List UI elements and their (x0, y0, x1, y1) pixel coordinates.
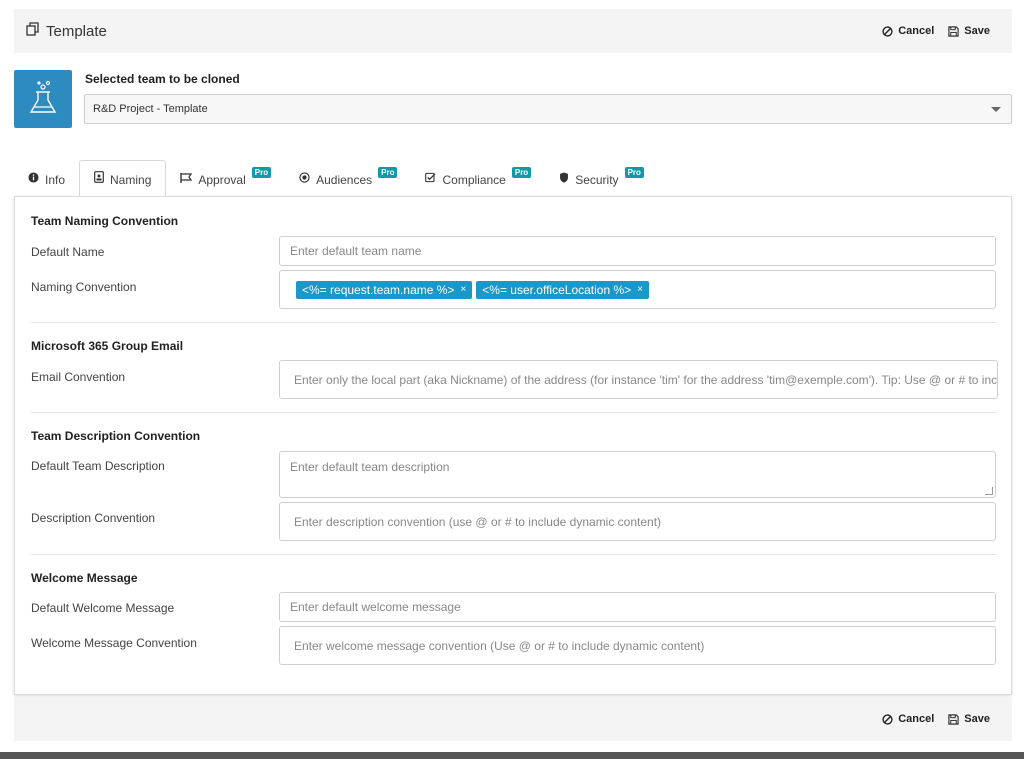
info-icon (28, 171, 39, 186)
pro-badge: Pro (624, 167, 644, 178)
pro-badge: Pro (378, 167, 398, 178)
convention-tag: <%= user.officeLocation %> × (476, 280, 649, 299)
footer-bar: Cancel Save (14, 697, 1012, 741)
ban-icon (882, 713, 893, 725)
page-title-text: Template (46, 22, 107, 40)
tab-approval[interactable]: Approval Pro (166, 161, 285, 196)
save-button[interactable]: Save (948, 25, 990, 37)
flag-icon (180, 172, 193, 186)
tab-naming[interactable]: Naming (79, 160, 167, 196)
ban-icon (882, 25, 893, 37)
copy-icon (26, 22, 40, 40)
clone-team-select[interactable]: R&D Project - Template (84, 94, 1012, 124)
tab-bar: Info Naming Approval Pro Audiences Pro C… (14, 160, 1012, 196)
flask-icon (23, 78, 63, 121)
section-title-welcome: Welcome Message (31, 571, 138, 585)
section-divider (31, 412, 996, 413)
section-title-team-naming: Team Naming Convention (31, 214, 179, 228)
tab-label: Info (45, 172, 66, 187)
welcome-convention-input[interactable]: Enter welcome message convention (Use @ … (279, 626, 996, 665)
page-title: Template (26, 22, 107, 40)
remove-tag-icon[interactable]: × (637, 284, 643, 295)
naming-panel: Team Naming Convention Default Name Ente… (14, 196, 1012, 695)
default-name-label: Default Name (31, 245, 105, 259)
cancel-label: Cancel (898, 713, 935, 725)
description-convention-input[interactable]: Enter description convention (use @ or #… (279, 502, 996, 541)
save-label: Save (964, 713, 990, 725)
check-square-icon (425, 172, 437, 186)
cancel-button[interactable]: Cancel (882, 25, 934, 37)
chevron-down-icon (991, 106, 1001, 112)
default-welcome-label: Default Welcome Message (31, 601, 175, 615)
welcome-convention-label: Welcome Message Convention (31, 636, 197, 650)
tab-label: Compliance (442, 172, 506, 187)
default-description-textarea[interactable]: Enter default team description (279, 451, 996, 498)
section-divider (31, 322, 996, 323)
cancel-label: Cancel (898, 25, 935, 37)
convention-tag: <%= request.team.name %> × (296, 280, 473, 299)
save-label: Save (964, 25, 990, 37)
pro-badge: Pro (511, 167, 532, 178)
cancel-button[interactable]: Cancel (882, 713, 934, 725)
clone-team-value: R&D Project - Template (93, 103, 208, 115)
default-description-placeholder: Enter default team description (290, 460, 450, 474)
description-convention-placeholder: Enter description convention (use @ or #… (294, 514, 662, 529)
convention-tag-text: <%= request.team.name %> (302, 282, 455, 297)
section-title-description: Team Description Convention (31, 429, 201, 443)
default-welcome-placeholder: Enter default welcome message (290, 600, 461, 614)
team-logo (14, 70, 72, 128)
tab-label: Audiences (316, 172, 373, 187)
save-icon (948, 713, 959, 725)
shield-icon (559, 171, 569, 186)
default-description-label: Default Team Description (31, 459, 165, 473)
header-bar: Template Cancel Save (14, 9, 1012, 53)
tab-security[interactable]: Security Pro (545, 161, 658, 196)
convention-tag-text: <%= user.officeLocation %> (482, 282, 632, 297)
naming-convention-field[interactable]: <%= request.team.name %> × <%= user.offi… (279, 270, 996, 309)
tab-label: Naming (110, 172, 152, 187)
tab-label: Approval (198, 172, 246, 187)
tab-audiences[interactable]: Audiences Pro (285, 161, 411, 196)
pro-badge: Pro (251, 167, 272, 178)
section-divider (31, 554, 996, 555)
window-bottom-edge (0, 752, 1024, 759)
default-name-placeholder: Enter default team name (290, 244, 422, 258)
tab-compliance[interactable]: Compliance Pro (411, 161, 545, 196)
dot-circle-icon (299, 171, 310, 186)
email-convention-label: Email Convention (31, 370, 126, 384)
tab-info[interactable]: Info (14, 161, 79, 196)
resize-handle-icon[interactable] (985, 487, 993, 495)
default-welcome-input[interactable]: Enter default welcome message (279, 592, 996, 622)
description-convention-label: Description Convention (31, 511, 156, 525)
email-convention-placeholder: Enter only the local part (aka Nickname)… (294, 372, 998, 387)
welcome-convention-placeholder: Enter welcome message convention (Use @ … (294, 638, 705, 653)
save-button[interactable]: Save (948, 713, 990, 725)
section-title-group-email: Microsoft 365 Group Email (31, 339, 184, 353)
naming-convention-label: Naming Convention (31, 280, 137, 294)
id-badge-icon (94, 171, 104, 186)
remove-tag-icon[interactable]: × (460, 284, 466, 295)
tab-label: Security (575, 172, 619, 187)
email-convention-input[interactable]: Enter only the local part (aka Nickname)… (279, 360, 998, 399)
default-name-input[interactable]: Enter default team name (279, 236, 996, 266)
save-icon (948, 25, 959, 37)
clone-label: Selected team to be cloned (85, 72, 240, 86)
